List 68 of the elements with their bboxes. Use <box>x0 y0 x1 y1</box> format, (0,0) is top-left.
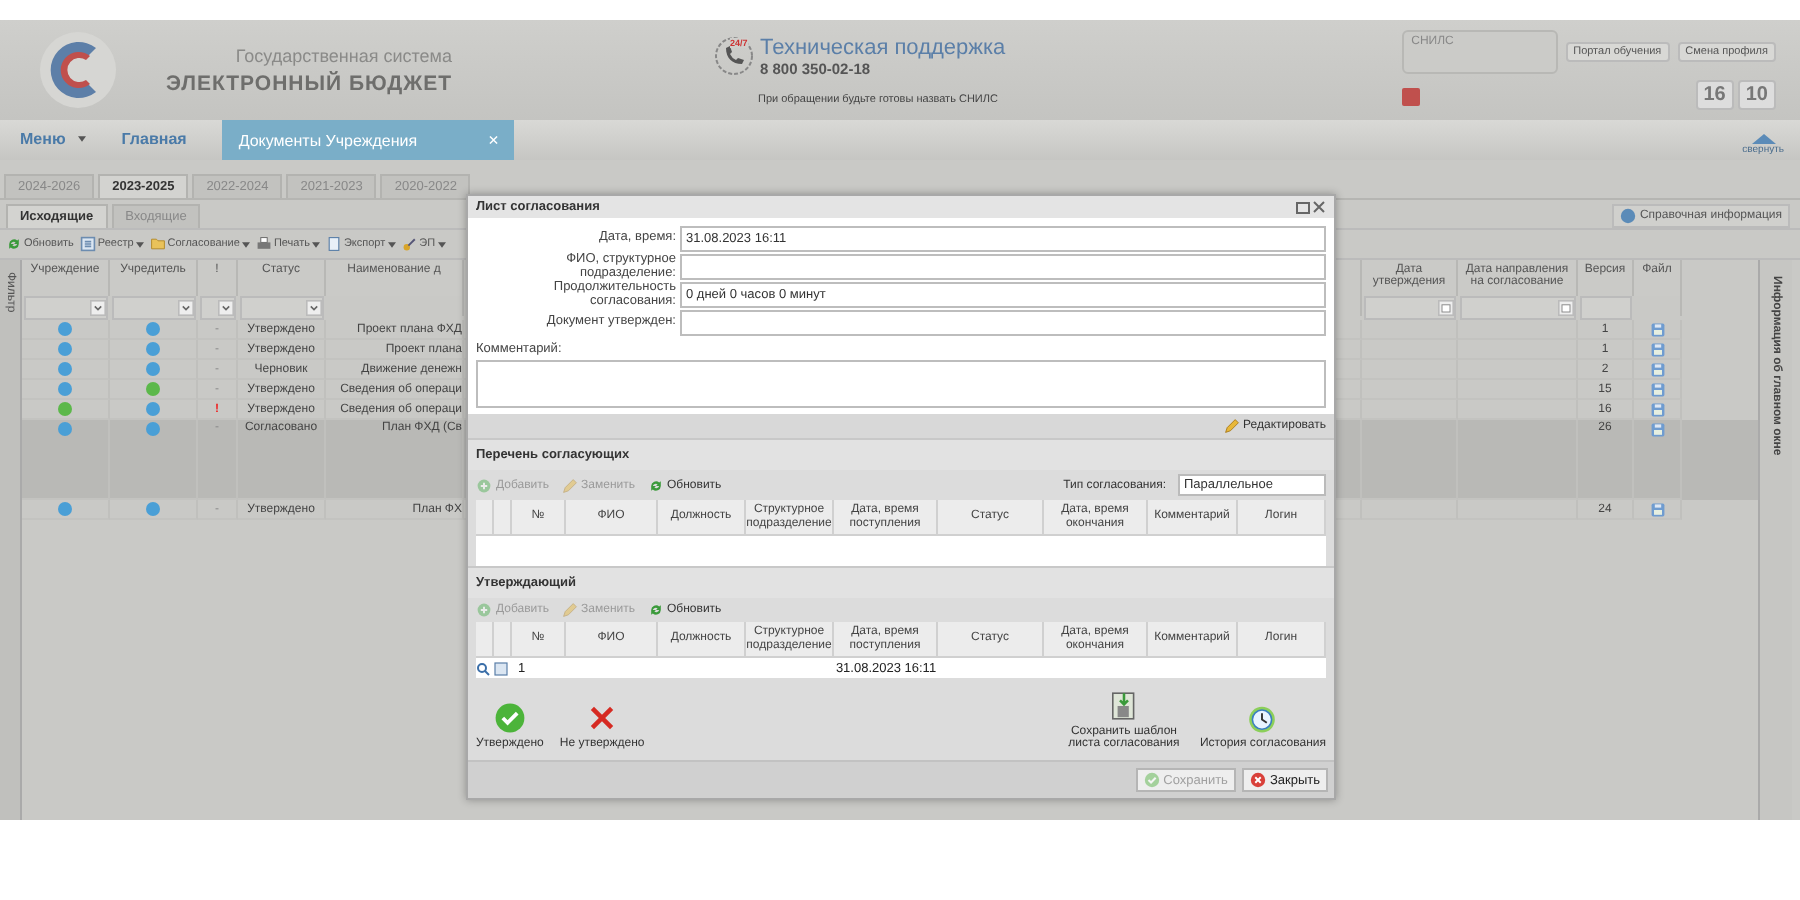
calendar-icon[interactable] <box>1438 300 1454 316</box>
pencil-icon <box>561 602 578 618</box>
caret-icon <box>77 136 86 142</box>
close-icon <box>1249 772 1266 788</box>
floppy-icon[interactable] <box>1649 361 1665 377</box>
filter-field[interactable] <box>1460 296 1576 320</box>
refresh-icon <box>647 602 663 618</box>
refresh-icon <box>647 477 663 493</box>
dropdown-icon[interactable] <box>90 300 106 316</box>
filter-field[interactable] <box>112 296 196 320</box>
save-template-icon <box>1107 690 1140 722</box>
input-field[interactable] <box>680 254 1326 280</box>
caret-icon <box>241 241 250 247</box>
table-icon[interactable] <box>494 661 508 675</box>
add-icon <box>476 602 492 618</box>
filter-field[interactable] <box>1364 296 1456 320</box>
clock-icon <box>1246 702 1279 734</box>
pencil-icon <box>1223 418 1240 434</box>
caret-icon <box>387 241 396 247</box>
list-icon <box>79 236 96 252</box>
calendar-icon[interactable] <box>1558 300 1574 316</box>
info-icon <box>1619 208 1636 224</box>
counter: 16 <box>1695 80 1734 110</box>
column-header <box>494 622 512 658</box>
filter-field[interactable] <box>200 296 236 320</box>
collapse-icon <box>1751 134 1776 144</box>
support-title: Техническая поддержка <box>760 35 1006 59</box>
floppy-icon[interactable] <box>1649 422 1665 438</box>
column-header <box>476 500 494 536</box>
refresh-icon <box>6 236 22 252</box>
check-icon <box>1143 772 1160 788</box>
menu-button[interactable]: Меню <box>20 130 86 160</box>
pencil-icon <box>561 477 578 493</box>
check-icon <box>493 702 526 734</box>
system-title: ЭЛЕКТРОННЫЙ БЮДЖЕТ <box>166 71 452 95</box>
counter: 10 <box>1737 80 1776 110</box>
dropdown-icon[interactable] <box>218 300 234 316</box>
printer-icon <box>255 236 272 252</box>
floppy-icon[interactable] <box>1649 341 1665 357</box>
close-icon[interactable] <box>1312 200 1326 214</box>
search-icon[interactable] <box>476 661 490 675</box>
system-subtitle: Государственная система <box>235 45 452 65</box>
logo-icon <box>36 28 120 112</box>
floppy-icon[interactable] <box>1649 321 1665 337</box>
input-field[interactable] <box>680 310 1326 336</box>
caret-icon <box>135 241 144 247</box>
column-header <box>476 622 494 658</box>
comment-field[interactable] <box>476 360 1326 408</box>
phone-icon <box>714 36 754 76</box>
caret-icon <box>311 241 320 247</box>
caret-icon <box>437 241 446 247</box>
maximize-icon[interactable] <box>1296 200 1310 214</box>
key-icon <box>401 236 418 252</box>
filter-field[interactable] <box>24 296 108 320</box>
dropdown-icon[interactable] <box>178 300 194 316</box>
floppy-icon[interactable] <box>1649 401 1665 417</box>
floppy-icon[interactable] <box>1649 381 1665 397</box>
dropdown-icon[interactable] <box>306 300 322 316</box>
column-header <box>494 500 512 536</box>
floppy-icon[interactable] <box>1649 501 1665 517</box>
document-icon <box>325 236 342 252</box>
add-icon <box>476 477 492 493</box>
filter-field[interactable] <box>1580 296 1632 320</box>
home-link[interactable]: Главная <box>121 130 187 160</box>
calendar-icon <box>1401 85 1420 105</box>
folder-icon <box>149 236 166 252</box>
cross-icon <box>586 702 619 734</box>
filter-field[interactable] <box>240 296 324 320</box>
